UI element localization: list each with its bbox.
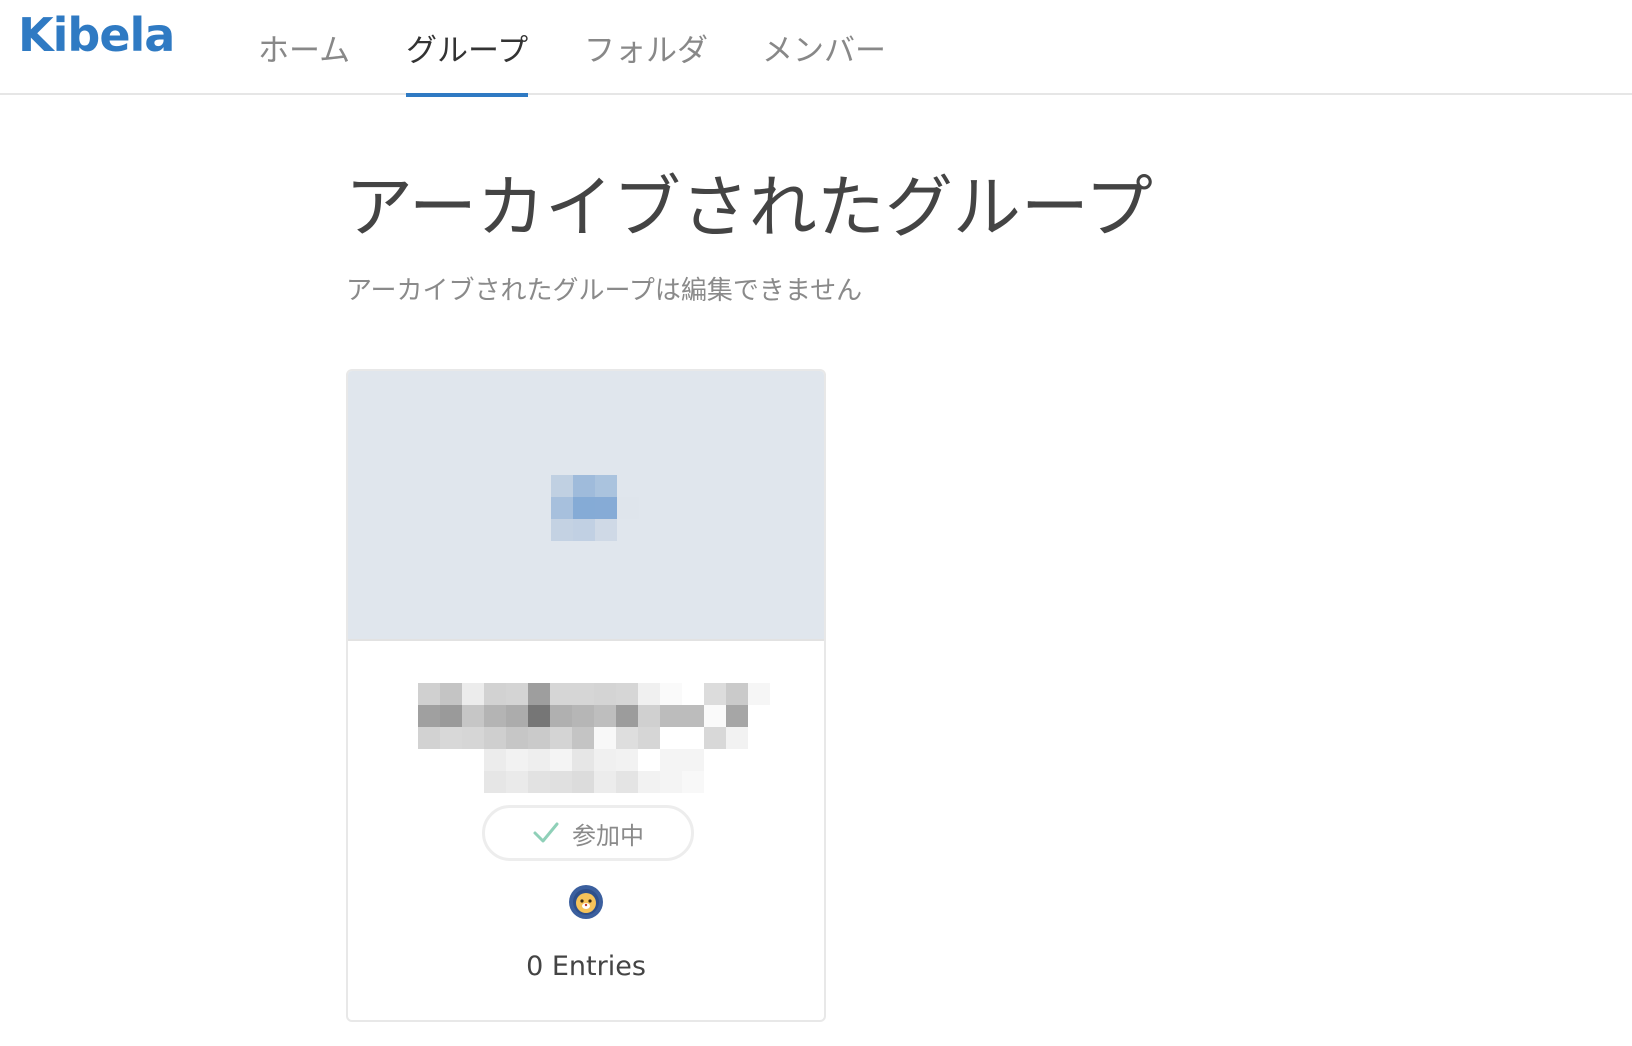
group-card[interactable]: 参加中 0 Entries — [346, 369, 826, 1022]
active-tab-indicator — [406, 93, 529, 97]
check-icon — [533, 822, 559, 843]
nav-tab-label: ホーム — [258, 33, 351, 69]
nav-tab-folders[interactable]: フォルダ — [584, 0, 708, 95]
nav-tab-label: メンバー — [762, 33, 886, 69]
entries-count: 0 Entries — [526, 951, 646, 982]
nav-tab-groups[interactable]: グループ — [406, 0, 529, 97]
page-subtitle: アーカイブされたグループは編集できません — [346, 276, 863, 306]
group-icon-pixelated — [551, 475, 639, 541]
nav-tab-home[interactable]: ホーム — [258, 0, 350, 95]
lion-avatar-icon[interactable] — [568, 884, 604, 920]
page-title: アーカイブされたグループ — [345, 169, 1153, 248]
top-navigation-bar: Kibela ホーム グループ フォルダ メンバー — [0, 0, 1632, 97]
group-name-pixelated — [418, 683, 770, 793]
kibela-logo[interactable]: Kibela — [18, 8, 175, 62]
nav-tab-label: グループ — [406, 33, 529, 69]
joined-status-button[interactable]: 参加中 — [482, 805, 694, 861]
group-banner — [348, 371, 824, 641]
joined-status-label: 参加中 — [572, 821, 644, 850]
nav-tab-members[interactable]: メンバー — [762, 0, 886, 95]
nav-tab-label: フォルダ — [584, 33, 708, 69]
